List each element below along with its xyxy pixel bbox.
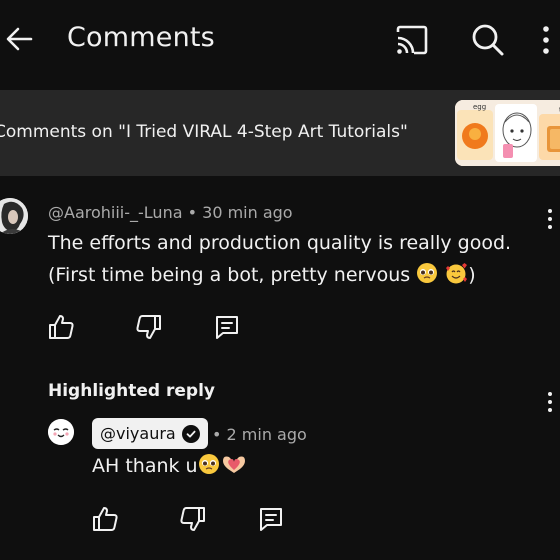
cast-button[interactable]	[392, 20, 432, 60]
video-context-title: Comments on "I Tried VIRAL 4-Step Art Tu…	[0, 122, 408, 142]
reply-dislike-button[interactable]	[178, 504, 208, 534]
reply-avatar-image	[48, 419, 74, 445]
reply-body: AH thank u	[92, 450, 248, 485]
heart-hands-emoji	[220, 453, 248, 485]
reply-author-chip[interactable]: @viyaura	[92, 418, 208, 449]
search-button[interactable]	[468, 20, 508, 60]
smiling-face-hearts-emoji	[444, 262, 468, 294]
reply-button[interactable]	[212, 312, 242, 342]
pleading-face-emoji	[198, 453, 220, 485]
reply-more-button[interactable]	[544, 388, 556, 416]
reply-avatar[interactable]	[48, 419, 74, 445]
commenter-avatar-image	[0, 198, 28, 234]
like-icon	[49, 315, 74, 339]
dislike-icon	[136, 315, 161, 339]
back-button[interactable]	[2, 22, 36, 56]
comment-line-1: The efforts and production quality is re…	[48, 232, 512, 254]
reply-text: AH thank u	[92, 455, 198, 477]
reply-separator: •	[212, 425, 222, 444]
comment-meta: @Aarohiii-_-Luna • 30 min ago	[48, 203, 293, 222]
commenter-avatar[interactable]	[0, 198, 28, 234]
more-vert-icon	[543, 26, 549, 54]
video-thumbnail: egg toast	[455, 100, 560, 166]
comment-more-button[interactable]	[544, 205, 556, 233]
more-options-button[interactable]	[540, 20, 560, 60]
highlighted-reply-label: Highlighted reply	[48, 381, 215, 401]
reply-meta: • 2 min ago	[212, 425, 307, 444]
comment-time: 30 min ago	[202, 203, 293, 222]
comment-line-2-wrap: (First time being a bot, pretty nervous	[48, 259, 511, 294]
cast-icon	[396, 25, 428, 55]
like-icon	[93, 507, 118, 531]
reply-author: @viyaura	[100, 424, 176, 443]
search-icon	[472, 24, 504, 56]
comment-body: The efforts and production quality is re…	[48, 227, 511, 294]
comment-line-2: (First time being a bot, pretty nervous	[48, 264, 411, 286]
reply-reply-button[interactable]	[256, 504, 286, 534]
meta-separator: •	[187, 203, 198, 222]
app-bar: Comments	[0, 0, 560, 84]
verified-check-icon	[181, 424, 200, 443]
dislike-icon	[180, 507, 205, 531]
comments-screen: Comments Comments on "I Tried VIRAL 4-St…	[0, 0, 560, 560]
dislike-button[interactable]	[134, 312, 164, 342]
video-context-bar[interactable]: Comments on "I Tried VIRAL 4-Step Art Tu…	[0, 90, 560, 176]
reply-icon	[260, 508, 282, 531]
pleading-face-emoji	[416, 262, 438, 294]
page-title: Comments	[67, 22, 215, 53]
comment-line-2-end: )	[468, 264, 476, 286]
comment-author[interactable]: @Aarohiii-_-Luna	[48, 203, 183, 222]
thumbnail-art: egg toast	[455, 100, 560, 166]
like-button[interactable]	[46, 312, 76, 342]
reply-like-button[interactable]	[90, 504, 120, 534]
thumbnail-label-egg: egg	[473, 103, 486, 111]
reply-time: 2 min ago	[226, 425, 307, 444]
back-arrow-icon	[6, 27, 33, 51]
reply-icon	[216, 316, 238, 339]
